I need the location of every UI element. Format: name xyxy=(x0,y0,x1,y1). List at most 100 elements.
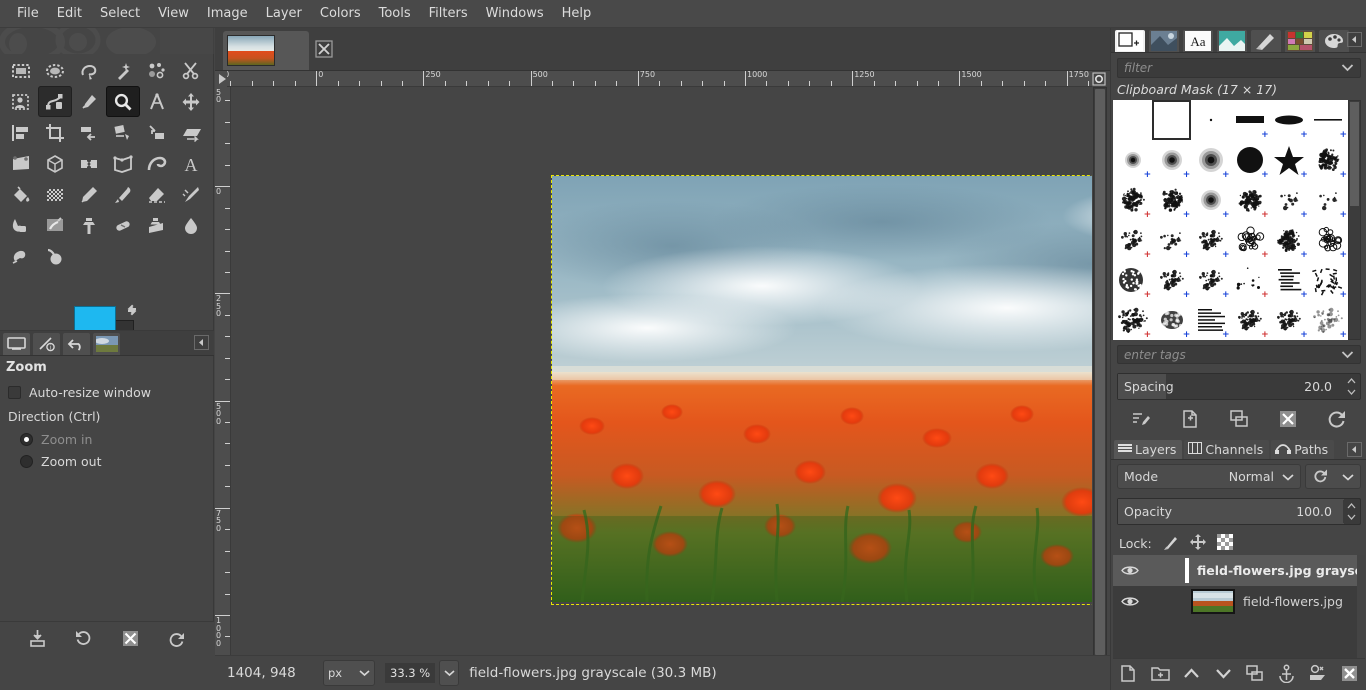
tab-tool-options[interactable] xyxy=(3,333,30,355)
layers-tab-menu[interactable] xyxy=(1347,442,1362,457)
layer-row[interactable]: field-flowers.jpg graysca xyxy=(1113,555,1365,586)
tab-images[interactable] xyxy=(93,333,120,355)
vertical-scroll-thumb[interactable] xyxy=(1095,89,1105,655)
airbrush-icon[interactable] xyxy=(174,179,208,210)
raise-layer-icon[interactable] xyxy=(1181,663,1203,685)
brush-cell[interactable]: + xyxy=(1309,180,1348,220)
gradient-icon[interactable] xyxy=(38,179,72,210)
foreground-select-icon[interactable] xyxy=(4,86,38,117)
brush-cell[interactable]: + xyxy=(1152,300,1191,340)
paintbrush-icon[interactable] xyxy=(106,179,140,210)
zoom-out-radio[interactable] xyxy=(20,455,33,468)
menu-edit[interactable]: Edit xyxy=(48,2,91,25)
tab-undo-history[interactable] xyxy=(63,333,90,355)
menu-view[interactable]: View xyxy=(149,2,198,25)
brush-cell[interactable]: + xyxy=(1191,220,1230,260)
zoom-image-window-icon[interactable] xyxy=(1092,72,1107,87)
brush-cell[interactable]: + xyxy=(1231,300,1270,340)
tab-channels[interactable]: Channels xyxy=(1184,440,1270,459)
tab-patterns[interactable] xyxy=(1149,30,1179,52)
brush-cell[interactable]: + xyxy=(1152,180,1191,220)
opacity-stepper[interactable] xyxy=(1343,500,1359,523)
brush-cell[interactable]: + xyxy=(1191,300,1230,340)
brush-cell[interactable]: + xyxy=(1191,180,1230,220)
brush-spacing-slider[interactable]: Spacing 20.0 xyxy=(1117,373,1361,400)
merge-down-icon[interactable] xyxy=(1307,663,1329,685)
brush-grid[interactable]: + + + + + + + + + + + + + + + + + + + + + + + + + + + + + + + + + xyxy=(1113,100,1348,340)
smudge-icon[interactable] xyxy=(4,241,38,272)
rotate-icon[interactable] xyxy=(72,117,106,148)
brush-cell[interactable] xyxy=(1152,100,1192,140)
delete-tool-preset-icon[interactable] xyxy=(119,628,141,650)
brush-cell[interactable]: + xyxy=(1113,180,1152,220)
pencil-icon[interactable] xyxy=(72,179,106,210)
brush-cell[interactable]: + xyxy=(1270,260,1309,300)
dock-separator-handle[interactable] xyxy=(1229,434,1251,445)
new-brush-icon[interactable] xyxy=(1180,409,1200,432)
swap-colors-icon[interactable] xyxy=(124,303,140,319)
shear-icon[interactable] xyxy=(174,117,208,148)
free-select-icon[interactable] xyxy=(72,55,106,86)
brush-cell[interactable]: + xyxy=(1309,220,1348,260)
layer-opacity-slider[interactable]: Opacity 100.0 xyxy=(1117,498,1361,525)
lock-pixels-icon[interactable] xyxy=(1163,534,1179,553)
lock-position-icon[interactable] xyxy=(1189,534,1206,553)
measure-icon[interactable] xyxy=(140,86,174,117)
dock-tab-menu[interactable] xyxy=(1347,32,1362,47)
zoom-out-radio-row[interactable]: Zoom out xyxy=(20,454,101,469)
zoom-dropdown-button[interactable] xyxy=(439,660,460,686)
paths-icon[interactable] xyxy=(38,86,72,117)
zoom-in-radio[interactable] xyxy=(20,433,33,446)
handle-transform-icon[interactable] xyxy=(140,117,174,148)
canvas-image[interactable] xyxy=(497,175,1092,605)
tab-layers[interactable]: Layers xyxy=(1114,440,1183,459)
text-icon[interactable]: A xyxy=(174,148,208,179)
chevron-down-icon[interactable] xyxy=(1341,61,1354,75)
unified-transform-icon[interactable] xyxy=(106,117,140,148)
brush-cell[interactable]: + xyxy=(1270,180,1309,220)
crop-icon[interactable] xyxy=(38,117,72,148)
tab-brushes[interactable] xyxy=(1115,30,1145,52)
save-tool-preset-icon[interactable] xyxy=(26,628,48,650)
layer-mode-select[interactable]: Mode Normal xyxy=(1117,464,1301,489)
warp-transform-icon[interactable] xyxy=(140,148,174,179)
delete-layer-icon[interactable] xyxy=(1338,663,1360,685)
horizontal-ruler[interactable]: -250025050075010001250150017502000 xyxy=(227,71,1092,87)
edit-brush-icon[interactable] xyxy=(1131,409,1151,432)
brush-cell[interactable]: + xyxy=(1309,100,1348,140)
tab-tool-presets[interactable] xyxy=(1319,30,1349,52)
switch-to-default-values-icon[interactable] xyxy=(1312,467,1329,487)
restore-tool-preset-icon[interactable] xyxy=(73,628,95,650)
brush-cell[interactable] xyxy=(1191,100,1230,140)
tab-fonts[interactable]: Aa xyxy=(1183,30,1213,52)
brush-tags-input[interactable]: enter tags xyxy=(1117,345,1361,364)
tool-options-tab-menu[interactable] xyxy=(194,335,209,350)
eraser-icon[interactable] xyxy=(140,179,174,210)
cage-transform-icon[interactable] xyxy=(106,148,140,179)
brush-filter-input[interactable]: filter xyxy=(1117,58,1361,78)
tab-paint-dynamics[interactable] xyxy=(1251,30,1281,52)
zoom-in-radio-row[interactable]: Zoom in xyxy=(20,432,92,447)
dodge-burn-icon[interactable] xyxy=(38,241,72,272)
ink-icon[interactable] xyxy=(4,210,38,241)
tab-device-status[interactable]: i xyxy=(33,333,60,355)
brush-cell[interactable]: + xyxy=(1152,220,1191,260)
brush-cell[interactable]: + xyxy=(1270,300,1309,340)
brush-cell[interactable]: + xyxy=(1113,140,1152,180)
brush-cell[interactable]: + xyxy=(1309,300,1348,340)
brush-cell[interactable]: + xyxy=(1231,100,1270,140)
vertical-ruler[interactable]: -250025050075010001250 xyxy=(215,87,231,661)
layer-row[interactable]: field-flowers.jpg xyxy=(1113,586,1365,617)
move-icon[interactable] xyxy=(174,86,208,117)
menu-file[interactable]: File xyxy=(8,2,48,25)
select-by-color-icon[interactable] xyxy=(140,55,174,86)
brush-grid-scrollbar[interactable] xyxy=(1348,100,1361,340)
brush-cell[interactable]: + xyxy=(1113,300,1152,340)
chevron-down-icon[interactable] xyxy=(1342,469,1354,484)
tab-palettes[interactable] xyxy=(1285,30,1315,52)
rect-select-icon[interactable] xyxy=(4,55,38,86)
zoom-level-value[interactable]: 33.3 % xyxy=(385,663,436,683)
new-layer-icon[interactable] xyxy=(1118,663,1140,685)
brush-cell[interactable]: + xyxy=(1231,180,1270,220)
menu-select[interactable]: Select xyxy=(91,2,149,25)
